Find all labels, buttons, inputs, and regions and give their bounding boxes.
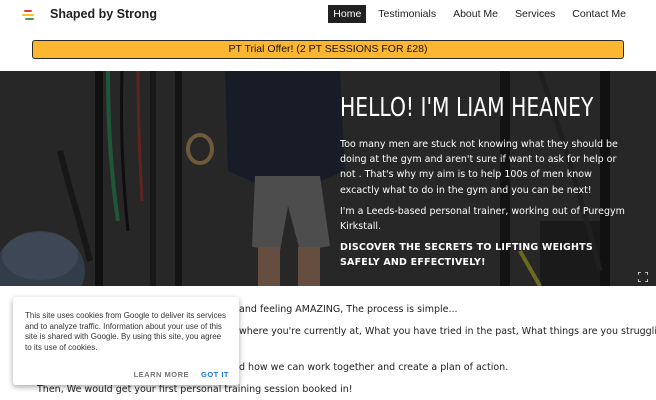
site-title[interactable]: Shaped by Strong <box>50 7 157 21</box>
nav-item-about-me[interactable]: About Me <box>448 5 503 23</box>
hero-text: Too many men are stuck not knowing what … <box>340 137 630 277</box>
nav-item-services[interactable]: Services <box>510 5 560 23</box>
process-line-1: and feeling AMAZING, The process is simp… <box>239 304 458 315</box>
hero-title: HELLO! I'M LIAM HEANEY <box>340 93 594 123</box>
hero-section: HELLO! I'M LIAM HEANEY Too many men are … <box>0 71 656 286</box>
cookie-actions: LEARN MORE GOT IT <box>122 370 229 379</box>
nav-item-home[interactable]: Home <box>328 5 367 23</box>
learn-more-button[interactable]: LEARN MORE <box>134 370 189 379</box>
main-nav: Home Testimonials About Me Services Cont… <box>321 5 631 23</box>
nav-item-contact-me[interactable]: Contact Me <box>567 5 631 23</box>
hero-paragraph-location: I'm a Leeds-based personal trainer, work… <box>340 205 625 233</box>
process-line-4: Then, We would get your first personal t… <box>37 384 353 395</box>
trial-offer-button[interactable]: PT Trial Offer! (2 PT SESSIONS FOR £28) <box>32 40 624 59</box>
cookie-text: This site uses cookies from Google to de… <box>25 311 226 352</box>
logo-icon[interactable] <box>22 9 36 21</box>
got-it-button[interactable]: GOT IT <box>201 370 229 379</box>
cookie-notice: This site uses cookies from Google to de… <box>13 297 239 385</box>
process-line-2: where you're currently at, What you have… <box>239 326 656 337</box>
hero-paragraph-cta: DISCOVER THE SECRETS TO LIFTING WEIGHTS … <box>340 242 593 269</box>
process-line-3: d how we can work together and create a … <box>239 362 509 373</box>
hero-paragraph-intro: Too many men are stuck not knowing what … <box>340 139 618 196</box>
nav-item-testimonials[interactable]: Testimonials <box>373 5 441 23</box>
fullscreen-icon[interactable] <box>638 272 648 282</box>
site-header: Shaped by Strong Home Testimonials About… <box>0 0 656 30</box>
